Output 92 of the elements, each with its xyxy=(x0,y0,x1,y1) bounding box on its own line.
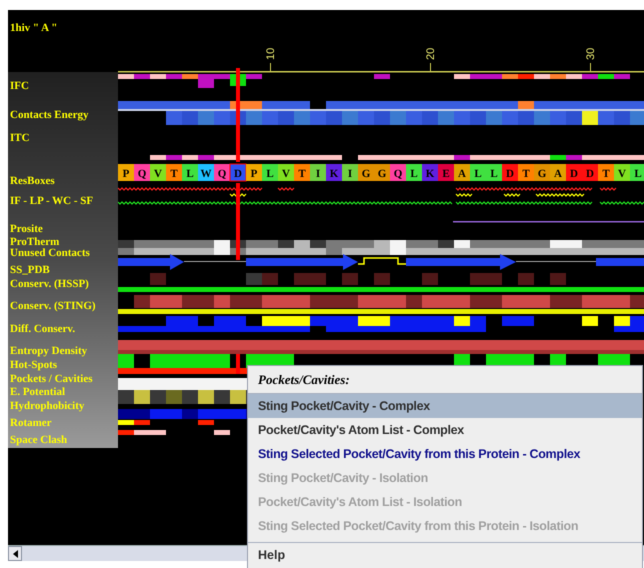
residue-box[interactable] xyxy=(614,164,630,181)
residue-letter: V xyxy=(618,168,626,180)
track-label: IFC xyxy=(10,80,29,92)
residue-box[interactable] xyxy=(118,164,134,181)
residue-box[interactable] xyxy=(502,164,518,181)
track-label: ITC xyxy=(10,132,30,144)
residue-box[interactable] xyxy=(310,164,326,181)
residue-letter: A xyxy=(554,168,562,180)
residue-box[interactable] xyxy=(390,164,406,181)
residue-letter: E xyxy=(442,168,450,180)
residue-letter: K xyxy=(426,168,434,180)
residue-box[interactable] xyxy=(246,164,262,181)
residue-box[interactable] xyxy=(182,164,198,181)
residue-letter: P xyxy=(122,168,130,180)
residue-letter: A xyxy=(458,168,466,180)
residue-box[interactable] xyxy=(214,164,230,181)
residue-box[interactable] xyxy=(358,164,374,181)
residue-letter: V xyxy=(154,168,162,180)
residue-box[interactable] xyxy=(470,164,486,181)
residue-letter: V xyxy=(282,168,290,180)
residue-letter: T xyxy=(170,168,178,180)
ruler-label: 30 xyxy=(585,48,597,60)
menu-item[interactable]: Help xyxy=(248,542,642,568)
residue-box[interactable] xyxy=(566,164,582,181)
track-label: Pockets / Cavities xyxy=(10,373,92,385)
residue-box[interactable] xyxy=(166,164,182,181)
residue-letter: L xyxy=(474,168,482,180)
track-label: Prosite xyxy=(10,223,43,235)
residue-letter: K xyxy=(330,168,338,180)
residue-letter: W xyxy=(200,168,212,180)
menu-item[interactable]: Sting Pocket/Cavity - Complex xyxy=(248,394,642,418)
residue-letter: G xyxy=(538,168,546,180)
chain-title: 1hiv " A " xyxy=(10,21,58,36)
residue-box[interactable] xyxy=(150,164,166,181)
residue-letter: L xyxy=(266,168,274,180)
residue-letter: T xyxy=(602,168,610,180)
residue-letter: I xyxy=(348,168,352,180)
residue-letter: G xyxy=(378,168,386,180)
residue-letter: D xyxy=(506,168,514,180)
residue-box[interactable] xyxy=(598,164,614,181)
residue-letter: G xyxy=(362,168,370,180)
residue-letter: Q xyxy=(218,168,226,180)
residue-letter: T xyxy=(298,168,306,180)
residue-box[interactable] xyxy=(294,164,310,181)
track-label: Hot-Spots xyxy=(10,359,58,371)
residue-box[interactable] xyxy=(198,164,214,181)
track-label: ProTherm xyxy=(10,236,60,248)
track-label: Unused Contacts xyxy=(10,247,90,259)
track-label: Space Clash xyxy=(10,434,68,446)
track-label: Entropy Density xyxy=(10,345,88,357)
residue-letter: Q xyxy=(138,168,146,180)
residue-letter: T xyxy=(522,168,530,180)
residue-box[interactable] xyxy=(342,164,358,181)
track-label: Conserv. (STING) xyxy=(10,300,96,312)
residue-letter: Q xyxy=(394,168,402,180)
residue-letter: L xyxy=(490,168,498,180)
residue-box[interactable] xyxy=(406,164,422,181)
track-label: Contacts Energy xyxy=(10,109,89,121)
ruler-label: 20 xyxy=(425,48,437,60)
track-label: Hydrophobicity xyxy=(10,400,84,412)
residue-box[interactable] xyxy=(534,164,550,181)
residue-letter: I xyxy=(316,168,320,180)
residue-letter: L xyxy=(410,168,418,180)
residue-box[interactable] xyxy=(230,164,246,182)
residue-box[interactable] xyxy=(278,164,294,181)
residue-box[interactable] xyxy=(374,164,390,181)
residue-letter: L xyxy=(634,168,642,180)
track-label: Conserv. (HSSP) xyxy=(10,278,89,290)
track-label: Rotamer xyxy=(10,417,52,429)
menu-item[interactable]: Pocket/Cavity's Atom List - Complex xyxy=(248,418,642,442)
left-arrow-icon xyxy=(12,550,18,558)
track-label: SS_PDB xyxy=(10,264,50,276)
residue-letter: D xyxy=(570,168,578,180)
residue-letter: D xyxy=(586,168,594,180)
residue-letter: L xyxy=(186,168,194,180)
ruler-label: 10 xyxy=(265,48,277,60)
track-label: IF - LP - WC - SF xyxy=(10,195,94,207)
track-label: ResBoxes xyxy=(10,175,55,187)
residue-box[interactable] xyxy=(486,164,502,181)
residue-box[interactable] xyxy=(550,164,566,181)
menu-item[interactable]: Sting Selected Pocket/Cavity from this Protein - Complex xyxy=(248,442,642,466)
residue-letter: P xyxy=(250,168,258,180)
track-label: Diff. Conserv. xyxy=(10,323,76,335)
scroll-left-button[interactable] xyxy=(8,546,22,561)
residue-letter: D xyxy=(234,168,242,180)
track-label: E. Potential xyxy=(10,386,65,398)
residue-box[interactable] xyxy=(454,164,470,181)
residue-box[interactable] xyxy=(262,164,278,181)
residue-box[interactable] xyxy=(134,164,150,181)
residue-box[interactable] xyxy=(518,164,534,181)
residue-box[interactable] xyxy=(630,164,644,181)
residue-box[interactable] xyxy=(582,164,598,181)
